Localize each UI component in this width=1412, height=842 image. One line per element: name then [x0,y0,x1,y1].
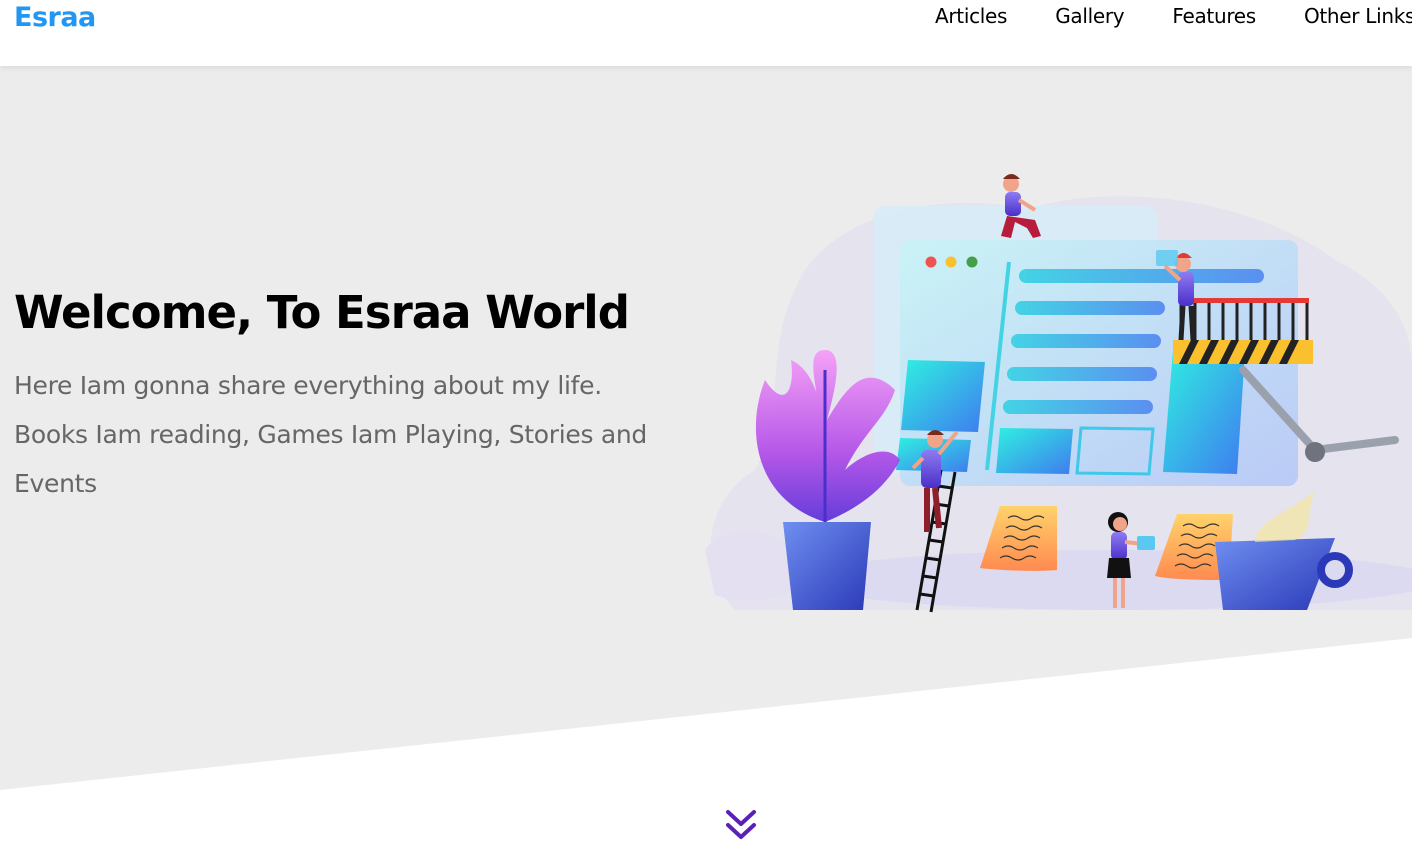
intro-description: Here Iam gonna share everything about my… [14,371,647,498]
logo[interactable]: Esraa [14,2,96,33]
nav-link-articles[interactable]: Articles [935,4,1007,28]
nav-link-gallery[interactable]: Gallery [1055,4,1124,28]
intro-text: Welcome, To Esraa World Here Iam gonna s… [14,286,654,508]
main-nav: Articles Gallery Features Other Links [935,4,1412,28]
nav-link-other-links[interactable]: Other Links [1304,4,1412,28]
site-header: Esraa Articles Gallery Features Other Li… [0,0,1412,66]
page-title: Welcome, To Esraa World [14,286,630,339]
nav-link-features[interactable]: Features [1172,4,1256,28]
double-chevron-down-icon[interactable] [724,808,758,842]
hero-illustration [705,174,1412,613]
